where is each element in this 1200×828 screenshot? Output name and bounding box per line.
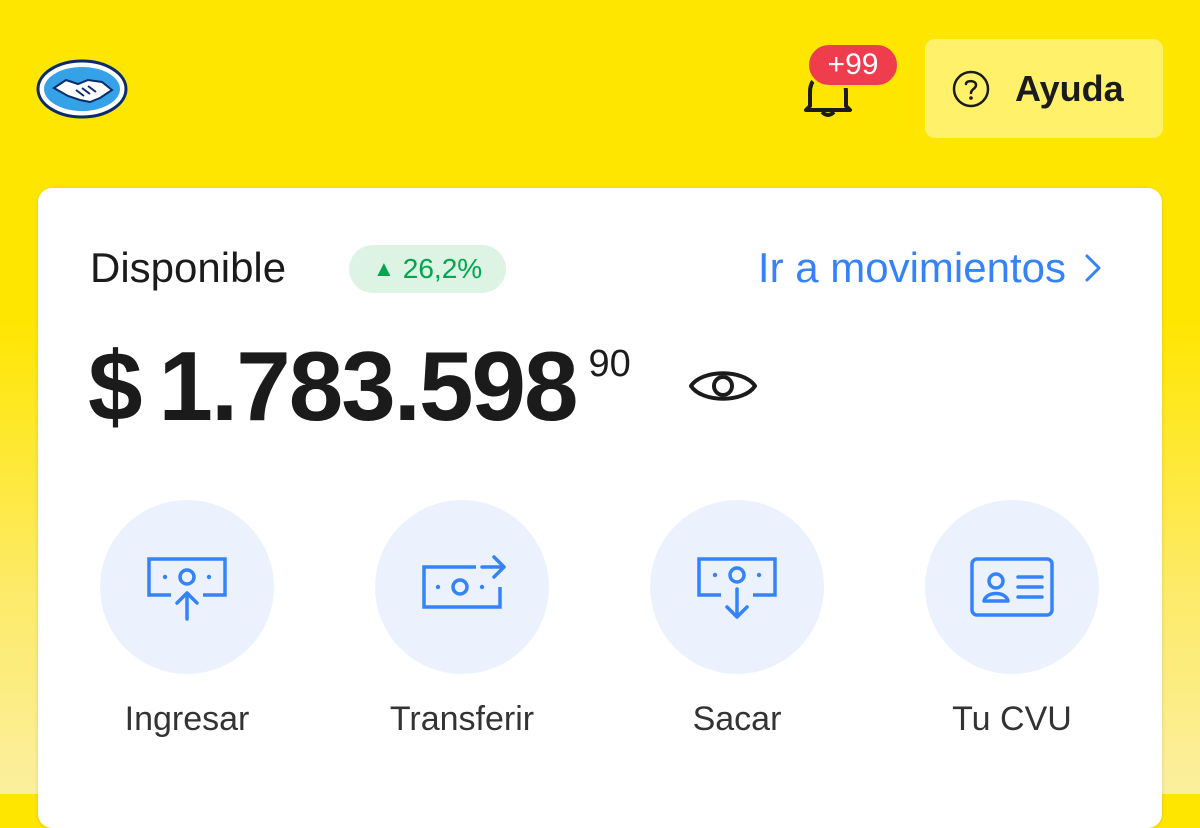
action-sacar[interactable]: Sacar xyxy=(637,500,837,739)
help-button[interactable]: Ayuda xyxy=(925,39,1163,138)
balance-cents: 90 xyxy=(588,343,631,385)
chevron-right-icon xyxy=(1085,254,1101,282)
action-icon-circle xyxy=(925,500,1099,674)
change-value: 26,2% xyxy=(402,253,483,284)
action-tu-cvu[interactable]: Tu CVU xyxy=(912,500,1112,739)
money-transfer-icon xyxy=(422,555,506,609)
balance-amount: $ 1.783.598 90 xyxy=(88,336,631,436)
action-label: Sacar xyxy=(692,700,782,738)
eye-icon xyxy=(689,371,757,401)
action-label: Ingresar xyxy=(124,700,250,738)
mercadopago-logo[interactable] xyxy=(36,58,128,120)
available-label: Disponible xyxy=(90,244,287,291)
help-label: Ayuda xyxy=(1015,67,1124,109)
movements-link-label: Ir a movimientos xyxy=(757,244,1066,291)
question-circle-icon xyxy=(952,70,990,107)
action-label: Transferir xyxy=(389,700,535,738)
action-icon-circle xyxy=(100,500,274,674)
action-transferir[interactable]: Transferir xyxy=(362,500,562,739)
money-out-icon xyxy=(697,557,777,619)
action-ingresar[interactable]: Ingresar xyxy=(87,500,287,739)
change-badge: ▲ 26,2% xyxy=(349,245,507,293)
action-label: Tu CVU xyxy=(952,700,1072,738)
movements-link[interactable]: Ir a movimientos xyxy=(758,244,1102,292)
money-in-icon xyxy=(147,557,227,621)
toggle-balance-visibility[interactable] xyxy=(688,363,758,409)
up-arrow-icon: ▲ xyxy=(373,256,395,281)
notifications-badge: +99 xyxy=(806,42,900,88)
currency-symbol: $ xyxy=(88,331,143,441)
handshake-logo-icon xyxy=(36,59,128,119)
id-card-icon xyxy=(970,557,1054,617)
balance-card: Disponible ▲ 26,2% Ir a movimientos $ 1.… xyxy=(38,188,1162,828)
balance-integer: 1.783.598 xyxy=(158,331,579,441)
action-icon-circle xyxy=(375,500,549,674)
action-icon-circle xyxy=(650,500,824,674)
quick-actions: Ingresar Transferir Sacar Tu CVU xyxy=(38,500,1162,750)
